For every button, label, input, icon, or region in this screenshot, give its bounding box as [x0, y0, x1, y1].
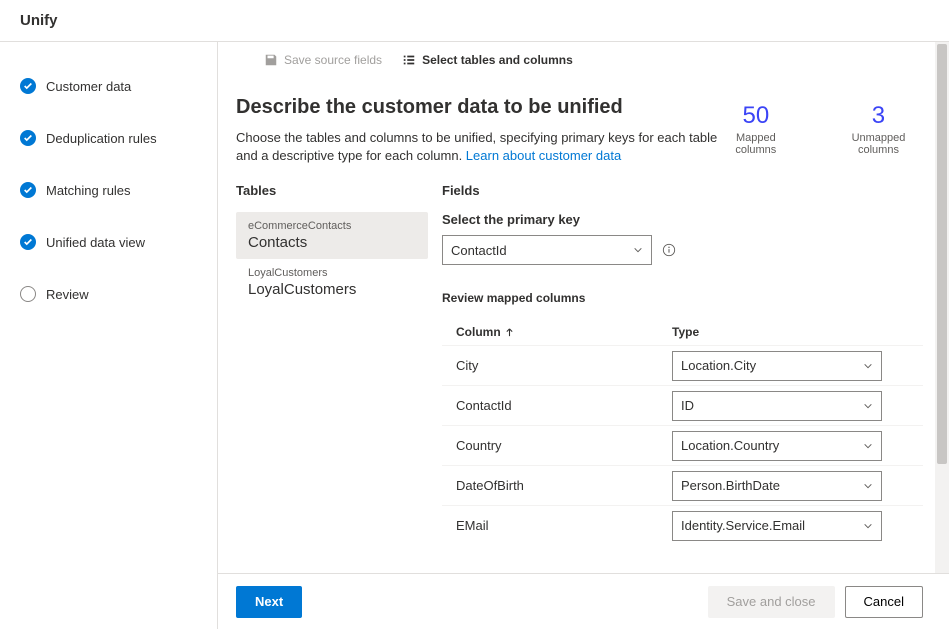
- chevron-down-icon: [863, 481, 873, 491]
- save-and-close-button: Save and close: [708, 586, 835, 618]
- content-area: Save source fields Select tables and col…: [218, 42, 949, 629]
- info-icon[interactable]: [662, 243, 676, 257]
- wizard-step[interactable]: Customer data: [20, 78, 217, 94]
- columns-table-header: Column Type: [442, 319, 923, 345]
- fields-heading: Fields: [442, 183, 923, 198]
- wizard-step[interactable]: Matching rules: [20, 182, 217, 198]
- column-row: EMail Identity.Service.Email: [442, 505, 923, 545]
- wizard-step[interactable]: Review: [20, 286, 217, 302]
- scroll-body: Describe the customer data to be unified…: [218, 78, 949, 573]
- tables-heading: Tables: [236, 183, 428, 198]
- app-title: Unify: [20, 12, 58, 29]
- step-label: Matching rules: [46, 183, 131, 198]
- column-header-text: Column: [456, 325, 501, 339]
- main-layout: Customer data Deduplication rules Matching…: [0, 42, 949, 629]
- column-name-header[interactable]: Column: [456, 325, 672, 339]
- stat-unmapped: 3 Unmapped columns: [834, 102, 923, 156]
- page-heading: Describe the customer data to be unified: [236, 96, 718, 119]
- column-name: Country: [456, 438, 672, 453]
- column-type-value: Person.BirthDate: [681, 478, 780, 493]
- type-header[interactable]: Type: [672, 325, 699, 339]
- wizard-sidebar: Customer data Deduplication rules Matching…: [0, 42, 218, 629]
- learn-more-link[interactable]: Learn about customer data: [466, 148, 621, 163]
- column-type-value: ID: [681, 398, 694, 413]
- tables-fields-area: Tables eCommerceContacts Contacts LoyalCus…: [236, 183, 923, 545]
- chevron-down-icon: [863, 361, 873, 371]
- column-type-value: Location.Country: [681, 438, 779, 453]
- stat-unmapped-value: 3: [834, 102, 923, 130]
- column-stats: 50 Mapped columns 3 Unmapped columns: [718, 102, 923, 156]
- tab-label: Select tables and columns: [422, 53, 573, 67]
- column-type-select[interactable]: Identity.Service.Email: [672, 511, 882, 541]
- check-circle-icon: [20, 234, 36, 250]
- footer-right: Save and close Cancel: [708, 586, 923, 618]
- app-header: Unify: [0, 0, 949, 42]
- column-type-value: Location.City: [681, 358, 756, 373]
- step-label: Customer data: [46, 79, 131, 94]
- column-row: City Location.City: [442, 345, 923, 385]
- column-type-select[interactable]: Location.Country: [672, 431, 882, 461]
- review-mapped-heading: Review mapped columns: [442, 291, 923, 305]
- tab-select-tables-columns[interactable]: Select tables and columns: [402, 53, 573, 67]
- stat-unmapped-label: Unmapped columns: [834, 132, 923, 156]
- chevron-down-icon: [633, 245, 643, 255]
- primary-key-row: ContactId: [442, 235, 923, 265]
- table-name: LoyalCustomers: [248, 281, 416, 298]
- stat-mapped: 50 Mapped columns: [718, 102, 794, 156]
- circle-icon: [20, 286, 36, 302]
- vertical-scrollbar[interactable]: [935, 42, 949, 573]
- fields-column: Fields Select the primary key ContactId …: [428, 183, 923, 545]
- column-name: EMail: [456, 518, 672, 533]
- page-top: Describe the customer data to be unified…: [236, 96, 923, 165]
- chevron-down-icon: [863, 521, 873, 531]
- table-name: Contacts: [248, 234, 416, 251]
- stat-mapped-label: Mapped columns: [718, 132, 794, 156]
- stat-mapped-value: 50: [718, 102, 794, 130]
- check-circle-icon: [20, 182, 36, 198]
- column-type-select[interactable]: Location.City: [672, 351, 882, 381]
- page-heading-block: Describe the customer data to be unified…: [236, 96, 718, 165]
- column-name: ContactId: [456, 398, 672, 413]
- column-name: City: [456, 358, 672, 373]
- step-label: Review: [46, 287, 89, 302]
- table-entry[interactable]: LoyalCustomers LoyalCustomers: [236, 259, 428, 306]
- step-label: Deduplication rules: [46, 131, 157, 146]
- tables-column: Tables eCommerceContacts Contacts LoyalCus…: [236, 183, 428, 545]
- column-row: DateOfBirth Person.BirthDate: [442, 465, 923, 505]
- table-source: LoyalCustomers: [248, 267, 416, 279]
- primary-key-label: Select the primary key: [442, 212, 923, 227]
- action-tabbar: Save source fields Select tables and col…: [218, 42, 949, 78]
- column-type-value: Identity.Service.Email: [681, 518, 805, 533]
- wizard-step[interactable]: Unified data view: [20, 234, 217, 250]
- chevron-down-icon: [863, 441, 873, 451]
- column-type-select[interactable]: Person.BirthDate: [672, 471, 882, 501]
- save-icon: [264, 53, 278, 67]
- check-circle-icon: [20, 78, 36, 94]
- column-row: Country Location.Country: [442, 425, 923, 465]
- tab-label: Save source fields: [284, 53, 382, 67]
- scrollbar-thumb[interactable]: [937, 44, 947, 464]
- wizard-footer: Next Save and close Cancel: [218, 573, 949, 629]
- chevron-down-icon: [863, 401, 873, 411]
- table-entry[interactable]: eCommerceContacts Contacts: [236, 212, 428, 259]
- table-source: eCommerceContacts: [248, 220, 416, 232]
- column-row: ContactId ID: [442, 385, 923, 425]
- primary-key-value: ContactId: [451, 243, 507, 258]
- next-button[interactable]: Next: [236, 586, 302, 618]
- check-circle-icon: [20, 130, 36, 146]
- wizard-step[interactable]: Deduplication rules: [20, 130, 217, 146]
- sort-ascending-icon: [505, 328, 514, 337]
- cancel-button[interactable]: Cancel: [845, 586, 923, 618]
- column-type-select[interactable]: ID: [672, 391, 882, 421]
- page-description: Choose the tables and columns to be unif…: [236, 129, 718, 165]
- column-name: DateOfBirth: [456, 478, 672, 493]
- list-icon: [402, 53, 416, 67]
- primary-key-select[interactable]: ContactId: [442, 235, 652, 265]
- tab-save-source-fields[interactable]: Save source fields: [264, 53, 382, 67]
- step-label: Unified data view: [46, 235, 145, 250]
